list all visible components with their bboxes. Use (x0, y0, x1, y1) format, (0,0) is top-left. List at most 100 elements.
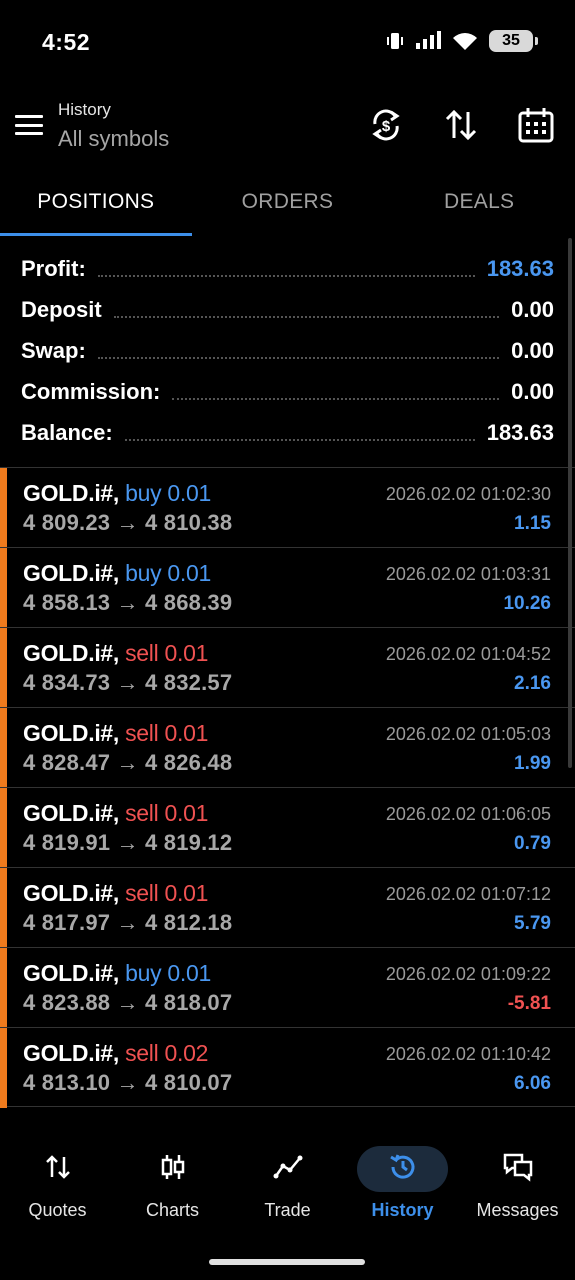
trend-line-icon (273, 1152, 303, 1182)
symbol-name: GOLD.i#, (23, 560, 120, 586)
deal-profit: 0.79 (514, 833, 551, 854)
tab-positions[interactable]: POSITIONS (0, 172, 192, 236)
nav-label: Quotes (28, 1200, 87, 1220)
dotted-leader (113, 315, 500, 318)
profit-value: 183.63 (486, 255, 554, 281)
deal-symbol: GOLD.i#, sell 0.01 (23, 880, 208, 907)
bottom-navigation: Quotes Charts Trade History Messages (0, 1140, 575, 1230)
positions-list: GOLD.i#, buy 0.01 4 809.23 → 4 810.38 20… (0, 467, 575, 1108)
balance-label: Balance: (21, 419, 113, 445)
chat-bubbles-icon (503, 1152, 533, 1182)
position-marker (0, 868, 7, 948)
symbol-name: GOLD.i#, (23, 480, 120, 506)
tab-deals[interactable]: DEALS (383, 172, 575, 236)
position-marker (0, 948, 7, 1028)
deal-symbol: GOLD.i#, sell 0.01 (23, 800, 208, 827)
quotes-arrows-icon (43, 1152, 73, 1182)
battery-indicator: 35 (489, 30, 538, 52)
nav-messages[interactable]: Messages (460, 1140, 575, 1230)
deal-prices: 4 809.23 → 4 810.38 (23, 510, 233, 535)
summary-deposit: Deposit 0.00 (0, 289, 575, 330)
deal-profit: 2.16 (514, 673, 551, 694)
deal-side: buy 0.01 (125, 960, 211, 986)
sort-icon[interactable] (442, 106, 480, 144)
status-time: 4:52 (42, 29, 91, 55)
history-clock-icon (388, 1152, 418, 1182)
summary-balance: Balance: 183.63 (0, 412, 575, 453)
deal-side: buy 0.01 (125, 560, 211, 586)
deal-symbol: GOLD.i#, sell 0.01 (23, 640, 208, 667)
deal-datetime: 2026.02.02 01:05:03 (385, 724, 551, 744)
deposit-value: 0.00 (511, 296, 554, 322)
deal-prices: 4 834.73 → 4 832.57 (23, 670, 233, 695)
deal-side: sell 0.01 (125, 800, 209, 826)
deal-datetime: 2026.02.02 01:04:52 (385, 644, 551, 664)
deal-datetime: 2026.02.02 01:07:12 (385, 884, 551, 904)
deposit-label: Deposit (21, 296, 102, 322)
symbol-name: GOLD.i#, (23, 880, 120, 906)
deal-profit: 1.15 (514, 513, 551, 534)
app-header: History All symbols $ (0, 88, 575, 172)
wifi-icon (453, 33, 477, 50)
history-tabs: POSITIONS ORDERS DEALS (0, 172, 575, 236)
deal-profit: 6.06 (514, 1073, 551, 1094)
swap-value: 0.00 (511, 337, 554, 363)
deal-prices: 4 813.10 → 4 810.07 (23, 1070, 233, 1095)
deal-profit: 10.26 (503, 593, 551, 614)
calendar-icon[interactable] (517, 106, 555, 144)
list-item[interactable]: GOLD.i#, sell 0.01 4 817.97 → 4 812.18 2… (0, 867, 575, 948)
home-indicator[interactable] (209, 1259, 365, 1265)
deal-symbol: GOLD.i#, buy 0.01 (23, 560, 211, 587)
list-item[interactable]: GOLD.i#, sell 0.02 4 813.10 → 4 810.07 2… (0, 1027, 575, 1108)
list-item[interactable]: GOLD.i#, buy 0.01 4 823.88 → 4 818.07 20… (0, 947, 575, 1028)
vibrate-icon (387, 33, 403, 49)
commission-label: Commission: (21, 378, 161, 404)
scrollbar[interactable] (568, 238, 572, 768)
deal-prices: 4 817.97 → 4 812.18 (23, 910, 233, 935)
dotted-leader (124, 438, 475, 441)
symbol-name: GOLD.i#, (23, 960, 120, 986)
deal-datetime: 2026.02.02 01:02:30 (385, 484, 551, 504)
candlestick-icon (158, 1152, 188, 1182)
summary-commission: Commission: 0.00 (0, 371, 575, 412)
menu-icon[interactable] (14, 112, 44, 138)
dotted-leader (172, 397, 500, 400)
deal-prices: 4 858.13 → 4 868.39 (23, 590, 233, 615)
nav-quotes[interactable]: Quotes (0, 1140, 115, 1230)
deal-symbol: GOLD.i#, sell 0.02 (23, 1040, 208, 1067)
summary-profit: Profit: 183.63 (0, 248, 575, 289)
list-item[interactable]: GOLD.i#, buy 0.01 4 858.13 → 4 868.39 20… (0, 547, 575, 628)
position-marker (0, 548, 7, 628)
balance-value: 183.63 (486, 419, 554, 445)
list-item[interactable]: GOLD.i#, sell 0.01 4 828.47 → 4 826.48 2… (0, 707, 575, 788)
symbol-filter[interactable]: All symbols (58, 126, 169, 152)
nav-history[interactable]: History (345, 1140, 460, 1230)
summary-swap: Swap: 0.00 (0, 330, 575, 371)
currency-exchange-icon[interactable]: $ (367, 106, 405, 144)
tab-orders[interactable]: ORDERS (192, 172, 384, 236)
nav-charts[interactable]: Charts (115, 1140, 230, 1230)
position-marker (0, 708, 7, 788)
deal-prices: 4 819.91 → 4 819.12 (23, 830, 233, 855)
signal-icon (416, 31, 441, 49)
position-marker (0, 468, 7, 548)
commission-value: 0.00 (511, 378, 554, 404)
deal-prices: 4 823.88 → 4 818.07 (23, 990, 233, 1015)
deal-side: buy 0.01 (125, 480, 211, 506)
deal-symbol: GOLD.i#, buy 0.01 (23, 960, 211, 987)
deal-symbol: GOLD.i#, sell 0.01 (23, 720, 208, 747)
dotted-leader (97, 356, 500, 359)
nav-label: Trade (264, 1200, 311, 1220)
list-item[interactable]: GOLD.i#, sell 0.01 4 834.73 → 4 832.57 2… (0, 627, 575, 708)
list-item[interactable]: GOLD.i#, buy 0.01 4 809.23 → 4 810.38 20… (0, 467, 575, 548)
list-item[interactable]: GOLD.i#, sell 0.01 4 819.91 → 4 819.12 2… (0, 787, 575, 868)
deal-prices: 4 828.47 → 4 826.48 (23, 750, 233, 775)
symbol-name: GOLD.i#, (23, 800, 120, 826)
position-marker (0, 628, 7, 708)
deal-side: sell 0.01 (125, 640, 209, 666)
nav-trade[interactable]: Trade (230, 1140, 345, 1230)
deal-side: sell 0.01 (125, 720, 209, 746)
symbol-name: GOLD.i#, (23, 640, 120, 666)
deal-profit: 1.99 (514, 753, 551, 774)
position-marker (0, 788, 7, 868)
